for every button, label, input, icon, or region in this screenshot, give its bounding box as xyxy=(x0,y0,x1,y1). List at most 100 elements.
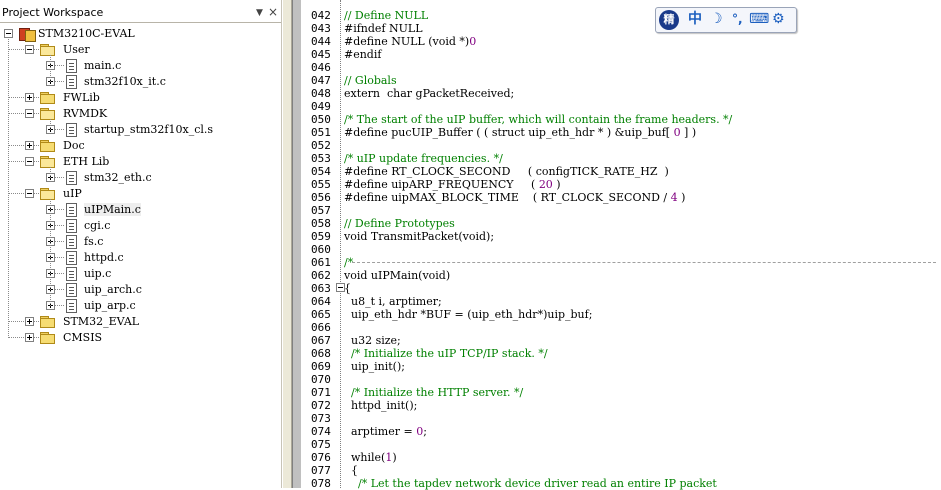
moon-icon[interactable]: ☽ xyxy=(710,11,723,28)
tree-group-rvmdk[interactable]: RVMDK xyxy=(0,106,281,122)
ime-logo[interactable]: 精 xyxy=(659,10,679,30)
tree-group-user[interactable]: User xyxy=(0,42,281,58)
code-line[interactable]: 078 /* Let the tapdev network device dri… xyxy=(302,477,941,490)
code-editor[interactable]: 042 // Define NULL 043 #ifndef NULL 044 #defi… xyxy=(292,0,941,490)
code-line[interactable]: 053 /* uIP update frequencies. */ xyxy=(302,152,941,165)
collapse-icon[interactable] xyxy=(25,157,34,166)
collapse-icon[interactable] xyxy=(25,189,34,198)
code-line[interactable]: 075 xyxy=(302,438,941,451)
code-line[interactable]: 068 /* Initialize the uIP TCP/IP stack. … xyxy=(302,347,941,360)
code-line[interactable]: 045 #endif xyxy=(302,48,941,61)
tree-group-doc[interactable]: Doc xyxy=(0,138,281,154)
tree-file[interactable]: uIPMain.c xyxy=(0,202,281,218)
code-line[interactable]: 074 arptimer = 0; xyxy=(302,425,941,438)
code-line[interactable]: 046 xyxy=(302,61,941,74)
gear-icon[interactable]: ⚙ xyxy=(772,11,785,28)
tree-group-cmsis[interactable]: CMSIS xyxy=(0,330,281,346)
code-line[interactable]: 052 xyxy=(302,139,941,152)
code-line[interactable]: 049 xyxy=(302,100,941,113)
code-token: uip_init(); xyxy=(344,360,405,373)
code-line[interactable]: 077 { xyxy=(302,464,941,477)
code-line[interactable]: 043 #ifndef NULL xyxy=(302,22,941,35)
close-icon[interactable]: × xyxy=(268,5,278,19)
line-number: 042 xyxy=(311,9,331,22)
tree-file[interactable]: uip_arch.c xyxy=(0,282,281,298)
ime-toolbar[interactable]: 精 中 ☽ °, ⌨ ⚙ xyxy=(655,7,797,33)
group-label: User xyxy=(63,43,90,56)
code-line[interactable]: 072 httpd_init(); xyxy=(302,399,941,412)
file-label: uip.c xyxy=(84,267,112,280)
code-line[interactable]: 054 #define RT_CLOCK_SECOND ( configTICK_… xyxy=(302,165,941,178)
triangle-down-icon[interactable]: ▼ xyxy=(256,8,263,18)
code-line[interactable]: 064 u8_t i, arptimer; xyxy=(302,295,941,308)
file-label: startup_stm32f10x_cl.s xyxy=(84,123,214,136)
code-token: /* Initialize the uIP TCP/IP stack. */ xyxy=(351,347,548,360)
code-line[interactable]: 070 xyxy=(302,373,941,386)
code-token: #define uipMAX_BLOCK_TIME ( RT_CLOCK_SEC… xyxy=(344,191,671,204)
code-line[interactable]: 060 xyxy=(302,243,941,256)
code-line[interactable]: 050 /* The start of the uIP buffer, which… xyxy=(302,113,941,126)
line-number: 058 xyxy=(311,217,331,230)
code-token: ) xyxy=(552,178,561,191)
splitter[interactable] xyxy=(282,0,292,488)
code-line[interactable]: 055 #define uipARP_FREQUENCY ( 20 ) xyxy=(302,178,941,191)
keyboard-icon[interactable]: ⌨ xyxy=(749,11,769,28)
tree-file[interactable]: startup_stm32f10x_cl.s xyxy=(0,122,281,138)
code-text: u8_t i, arptimer; xyxy=(344,295,442,308)
line-number: 062 xyxy=(311,269,331,282)
code-token: void uIPMain(void) xyxy=(344,269,451,282)
file-label: uip_arp.c xyxy=(84,299,136,312)
code-line[interactable]: 057 xyxy=(302,204,941,217)
code-line[interactable]: 066 xyxy=(302,321,941,334)
expand-icon[interactable] xyxy=(25,317,34,326)
tree-group-fwlib[interactable]: FWLib xyxy=(0,90,281,106)
code-line[interactable]: 065 uip_eth_hdr *BUF = (uip_eth_hdr*)uip… xyxy=(302,308,941,321)
group-label: Doc xyxy=(63,139,85,152)
expand-icon[interactable] xyxy=(25,93,34,102)
tree-group-stm32_eval[interactable]: STM32_EVAL xyxy=(0,314,281,330)
tree-file[interactable]: fs.c xyxy=(0,234,281,250)
tree-file[interactable]: uip.c xyxy=(0,266,281,282)
collapse-icon[interactable] xyxy=(25,109,34,118)
code-text: /* xyxy=(344,256,353,269)
code-line[interactable]: 069 uip_init(); xyxy=(302,360,941,373)
code-line[interactable]: 042 // Define NULL xyxy=(302,9,941,22)
code-line[interactable]: 062 void uIPMain(void) xyxy=(302,269,941,282)
code-line[interactable]: 056 #define uipMAX_BLOCK_TIME ( RT_CLOCK_… xyxy=(302,191,941,204)
code-text: u32 size; xyxy=(344,334,401,347)
tree-file[interactable]: stm32_eth.c xyxy=(0,170,281,186)
code-line[interactable]: 048 extern char gPacketReceived; xyxy=(302,87,941,100)
tree-file[interactable]: cgi.c xyxy=(0,218,281,234)
code-token: // Globals xyxy=(344,74,397,87)
code-token: #endif xyxy=(344,48,382,61)
tree-group-eth-lib[interactable]: ETH Lib xyxy=(0,154,281,170)
code-line[interactable]: 044 #define NULL (void *)0 xyxy=(302,35,941,48)
code-line[interactable]: 067 u32 size; xyxy=(302,334,941,347)
punctuation-icon[interactable]: °, xyxy=(732,11,743,28)
code-line[interactable]: 063 { xyxy=(302,282,941,295)
code-line[interactable]: 073 xyxy=(302,412,941,425)
expand-icon[interactable] xyxy=(25,141,34,150)
tree-file[interactable]: main.c xyxy=(0,58,281,74)
code-line[interactable]: 058 // Define Prototypes xyxy=(302,217,941,230)
tree-root[interactable]: STM3210C-EVAL xyxy=(0,26,281,42)
collapse-icon[interactable] xyxy=(25,45,34,54)
code-line[interactable]: 059 void TransmitPacket(void); xyxy=(302,230,941,243)
code-text: /* Initialize the uIP TCP/IP stack. */ xyxy=(344,347,548,360)
expand-icon[interactable] xyxy=(25,333,34,342)
editor-gutter xyxy=(293,0,301,488)
tree-file[interactable]: stm32f10x_it.c xyxy=(0,74,281,90)
code-line[interactable]: 071 /* Initialize the HTTP server. */ xyxy=(302,386,941,399)
code-line[interactable]: 051 #define pucUIP_Buffer ( ( struct uip_… xyxy=(302,126,941,139)
code-line[interactable]: 076 while(1) xyxy=(302,451,941,464)
collapse-icon[interactable] xyxy=(4,29,13,38)
chinese-mode-icon[interactable]: 中 xyxy=(688,11,702,28)
tree-file[interactable]: httpd.c xyxy=(0,250,281,266)
code-token: #ifndef NULL xyxy=(344,22,423,35)
code-text: #define NULL (void *)0 xyxy=(344,35,476,48)
tree-group-uip[interactable]: uIP xyxy=(0,186,281,202)
code-line[interactable]: 047 // Globals xyxy=(302,74,941,87)
tree-file[interactable]: uip_arp.c xyxy=(0,298,281,314)
code-line[interactable]: 061 /* xyxy=(302,256,941,269)
